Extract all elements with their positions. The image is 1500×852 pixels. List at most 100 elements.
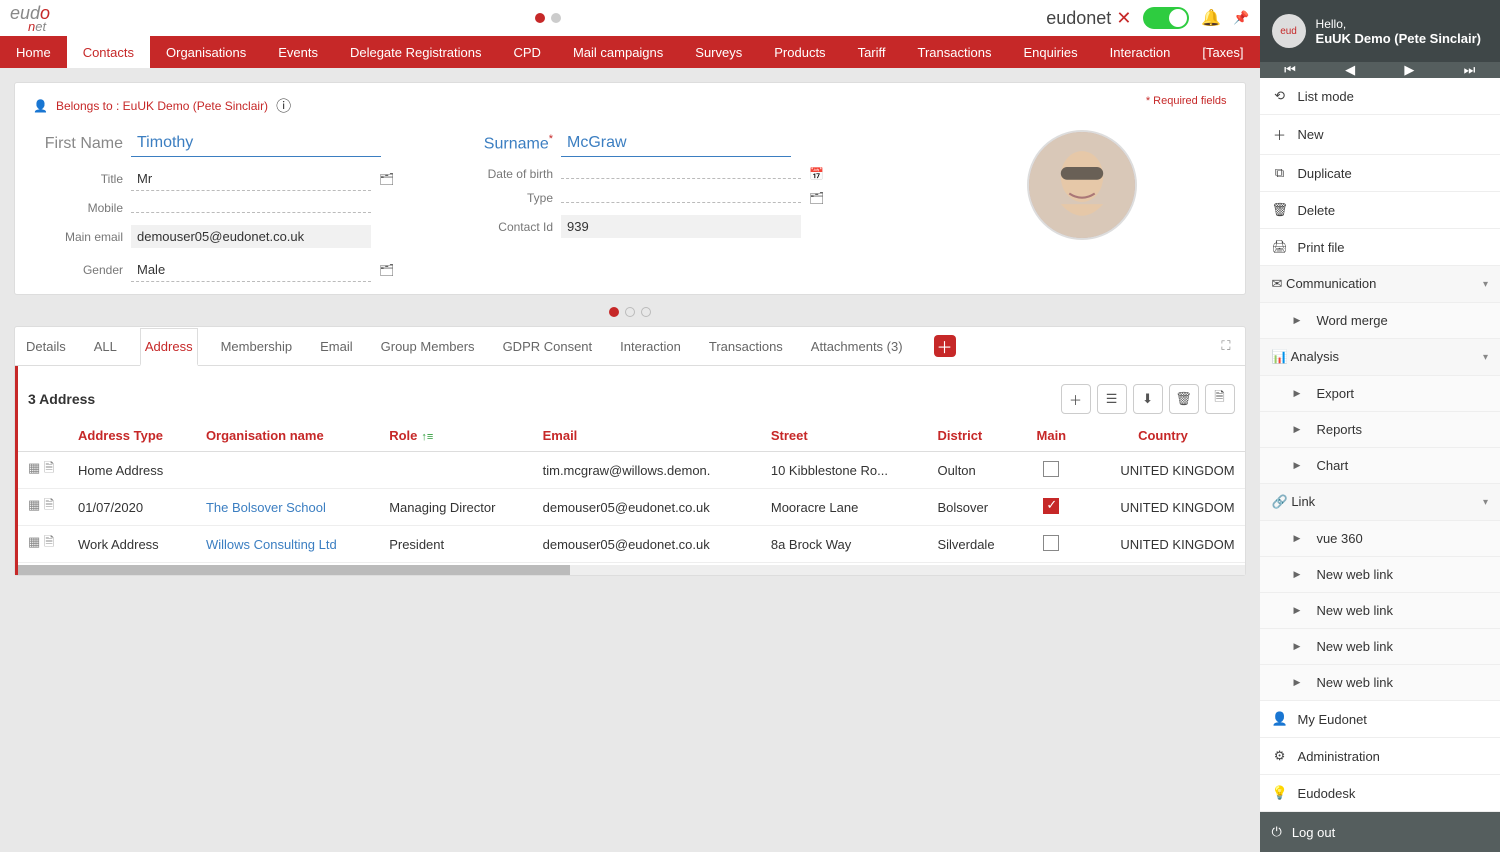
row-file-icon[interactable]: 🗎 (44, 534, 54, 549)
org-link[interactable]: Willows Consulting Ltd (206, 537, 337, 552)
toggle-switch[interactable] (1143, 7, 1189, 29)
mobile-input[interactable] (131, 204, 371, 213)
tab-cpd[interactable]: CPD (498, 36, 557, 68)
col-email[interactable]: Email (533, 420, 761, 452)
horizontal-scrollbar[interactable] (18, 565, 1245, 575)
subtab-interaction[interactable]: Interaction (615, 328, 686, 365)
side-sub-new-web-link[interactable]: ▶New web link (1260, 629, 1500, 665)
subtab-details[interactable]: Details (21, 328, 71, 365)
org-link[interactable]: The Bolsover School (206, 500, 326, 515)
subtab-email[interactable]: Email (315, 328, 358, 365)
side-administration[interactable]: ⚙Administration (1260, 738, 1500, 775)
side-sub-vue-360[interactable]: ▶vue 360 (1260, 521, 1500, 557)
bell-icon[interactable]: 🔔 (1201, 8, 1221, 28)
side-group-communication[interactable]: ✉ Communication▾ (1260, 266, 1500, 303)
side-group-analysis[interactable]: 📊 Analysis▾ (1260, 339, 1500, 376)
tab-enquiries[interactable]: Enquiries (1007, 36, 1093, 68)
tool-download[interactable]: ⬇ (1133, 384, 1163, 414)
table-row[interactable]: ▦ 🗎01/07/2020The Bolsover SchoolManaging… (18, 489, 1245, 526)
folder-icon[interactable]: 🗂 (379, 172, 394, 186)
nav-prev-icon[interactable]: ◀ (1345, 62, 1355, 78)
side-delete[interactable]: 🗑Delete (1260, 192, 1500, 229)
side-my-eudonet[interactable]: 👤My Eudonet (1260, 701, 1500, 738)
tab-contacts[interactable]: Contacts (67, 36, 150, 68)
row-menu-icon[interactable]: ▦ (28, 534, 40, 549)
side-sub-word-merge[interactable]: ▶Word merge (1260, 303, 1500, 339)
tool-file[interactable]: 🗎 (1205, 384, 1235, 414)
tab--taxes-[interactable]: [Taxes] (1186, 36, 1259, 68)
tab-mail-campaigns[interactable]: Mail campaigns (557, 36, 679, 68)
subtab-attachments-3-[interactable]: Attachments (3) (806, 328, 908, 365)
pin-icon[interactable]: 📌 (1233, 10, 1249, 26)
col-address-type[interactable]: Address Type (68, 420, 196, 452)
side-print-file[interactable]: 🖨Print file (1260, 229, 1500, 266)
contactid-input[interactable]: 939 (561, 215, 801, 238)
nav-last-icon[interactable]: ⏭ (1464, 62, 1476, 78)
first-name-input[interactable]: Timothy (131, 130, 381, 157)
table-row[interactable]: ▦ 🗎Home Addresstim.mcgraw@willows.demon.… (18, 452, 1245, 489)
side-duplicate[interactable]: ⧉Duplicate (1260, 155, 1500, 192)
logout-button[interactable]: ⏻ Log out (1260, 812, 1500, 852)
tab-transactions[interactable]: Transactions (902, 36, 1008, 68)
col-country[interactable]: Country (1081, 420, 1244, 452)
col-main[interactable]: Main (1021, 420, 1081, 452)
folder-icon[interactable]: 🗂 (379, 263, 394, 277)
side-eudodesk[interactable]: 💡Eudodesk (1260, 775, 1500, 812)
tool-columns[interactable]: ☰ (1097, 384, 1127, 414)
side-sub-export[interactable]: ▶Export (1260, 376, 1500, 412)
tab-interaction[interactable]: Interaction (1094, 36, 1187, 68)
card-pager-dots[interactable] (14, 305, 1246, 320)
tab-surveys[interactable]: Surveys (679, 36, 758, 68)
table-title: 3 Address (28, 391, 95, 407)
side-sub-new-web-link[interactable]: ▶New web link (1260, 557, 1500, 593)
main-checkbox[interactable] (1043, 461, 1059, 477)
contact-avatar[interactable] (1027, 130, 1137, 240)
side-new[interactable]: ＋New (1260, 115, 1500, 155)
tab-tariff[interactable]: Tariff (842, 36, 902, 68)
row-menu-icon[interactable]: ▦ (28, 497, 40, 512)
nav-next-icon[interactable]: ▶ (1404, 62, 1414, 78)
row-file-icon[interactable]: 🗎 (44, 460, 54, 475)
side-list-mode[interactable]: ⟲List mode (1260, 78, 1500, 115)
subtab-membership[interactable]: Membership (216, 328, 298, 365)
main-checkbox[interactable] (1043, 498, 1059, 514)
side-sub-new-web-link[interactable]: ▶New web link (1260, 593, 1500, 629)
surname-input[interactable]: McGraw (561, 130, 791, 157)
tab-organisations[interactable]: Organisations (150, 36, 262, 68)
col-organisation-name[interactable]: Organisation name (196, 420, 379, 452)
tab-home[interactable]: Home (0, 36, 67, 68)
col-role[interactable]: Role↑≡ (379, 420, 532, 452)
side-group-link[interactable]: 🔗 Link▾ (1260, 484, 1500, 521)
gender-input[interactable]: Male (131, 258, 371, 282)
tab-products[interactable]: Products (758, 36, 841, 68)
folder-icon[interactable]: 🗂 (809, 191, 824, 205)
side-sub-chart[interactable]: ▶Chart (1260, 448, 1500, 484)
title-input[interactable]: Mr (131, 167, 371, 191)
add-row-button[interactable]: ＋ (1061, 384, 1091, 414)
tab-events[interactable]: Events (262, 36, 334, 68)
side-sub-new-web-link[interactable]: ▶New web link (1260, 665, 1500, 701)
tab-delegate-registrations[interactable]: Delegate Registrations (334, 36, 498, 68)
expand-icon[interactable]: ⛶ (1221, 338, 1238, 354)
calendar-icon[interactable]: 📅 (809, 167, 824, 181)
table-row[interactable]: ▦ 🗎Work AddressWillows Consulting LtdPre… (18, 526, 1245, 563)
type-input[interactable] (561, 194, 801, 203)
add-button[interactable]: ＋ (934, 335, 956, 357)
dob-input[interactable] (561, 170, 801, 179)
info-icon[interactable]: ⓘ (276, 95, 291, 116)
nav-first-icon[interactable]: ⏮ (1284, 62, 1296, 78)
side-sub-reports[interactable]: ▶Reports (1260, 412, 1500, 448)
col-district[interactable]: District (927, 420, 1021, 452)
subtab-group-members[interactable]: Group Members (376, 328, 480, 365)
main-checkbox[interactable] (1043, 535, 1059, 551)
subtab-gdpr-consent[interactable]: GDPR Consent (498, 328, 598, 365)
email-input[interactable]: demouser05@eudonet.co.uk (131, 225, 371, 248)
subtab-transactions[interactable]: Transactions (704, 328, 788, 365)
subtab-all[interactable]: ALL (89, 328, 122, 365)
col-street[interactable]: Street (761, 420, 928, 452)
row-menu-icon[interactable]: ▦ (28, 460, 40, 475)
subtab-address[interactable]: Address (140, 328, 198, 366)
dob-label: Date of birth (463, 167, 553, 181)
row-file-icon[interactable]: 🗎 (44, 497, 54, 512)
tool-delete[interactable]: 🗑 (1169, 384, 1199, 414)
